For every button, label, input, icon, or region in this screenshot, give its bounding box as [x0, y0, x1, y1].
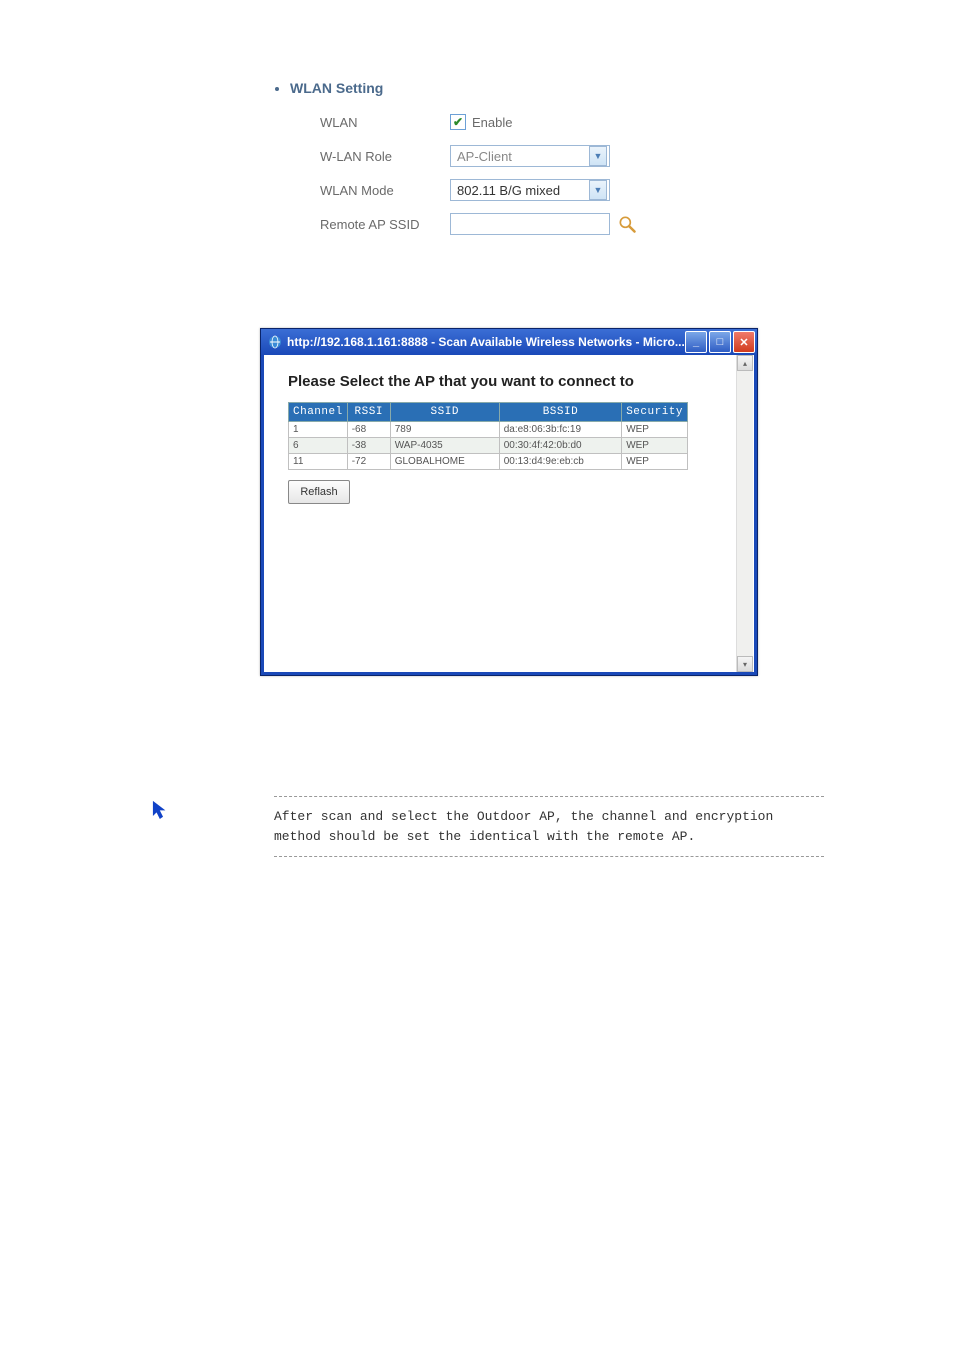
table-row[interactable]: 11 -72 GLOBALHOME 00:13:d4:9e:eb:cb WEP: [289, 454, 688, 470]
reflash-button[interactable]: Reflash: [288, 480, 350, 504]
table-row[interactable]: 6 -38 WAP-4035 00:30:4f:42:0b:d0 WEP: [289, 438, 688, 454]
note-text: After scan and select the Outdoor AP, th…: [274, 796, 824, 857]
wlan-enable-text: Enable: [472, 115, 512, 130]
col-channel: Channel: [289, 403, 348, 422]
col-rssi: RSSI: [347, 403, 390, 422]
wlan-role-value: AP-Client: [457, 149, 512, 164]
close-button[interactable]: ✕: [733, 331, 755, 353]
checkmark-icon: ✔: [450, 114, 466, 130]
popup-title: http://192.168.1.161:8888 - Scan Availab…: [287, 335, 685, 349]
scrollbar[interactable]: ▴ ▾: [736, 355, 753, 672]
scan-results-table: Channel RSSI SSID BSSID Security 1 -68 7…: [288, 402, 688, 470]
scan-button[interactable]: [616, 213, 638, 235]
col-ssid: SSID: [390, 403, 499, 422]
wlan-mode-label: WLAN Mode: [320, 183, 450, 198]
popup-heading: Please Select the AP that you want to co…: [288, 373, 734, 390]
col-bssid: BSSID: [499, 403, 621, 422]
col-security: Security: [622, 403, 688, 422]
wlan-section-title: WLAN Setting: [290, 80, 894, 96]
wlan-mode-value: 802.11 B/G mixed: [457, 183, 560, 198]
ie-icon: [267, 334, 283, 350]
scan-popup-window: http://192.168.1.161:8888 - Scan Availab…: [260, 328, 758, 676]
minimize-button[interactable]: _: [685, 331, 707, 353]
scroll-up-icon[interactable]: ▴: [737, 355, 753, 371]
wlan-mode-select[interactable]: 802.11 B/G mixed ▼: [450, 179, 610, 201]
wlan-label: WLAN: [320, 115, 450, 130]
table-row[interactable]: 1 -68 789 da:e8:06:3b:fc:19 WEP: [289, 422, 688, 438]
chevron-down-icon: ▼: [589, 146, 607, 166]
wlan-role-select[interactable]: AP-Client ▼: [450, 145, 610, 167]
note-cursor-icon: [150, 800, 174, 825]
remote-ap-ssid-label: Remote AP SSID: [320, 217, 450, 232]
maximize-button[interactable]: □: [709, 331, 731, 353]
remote-ap-ssid-input[interactable]: [450, 213, 610, 235]
magnifier-icon: [617, 214, 637, 234]
wlan-enable-checkbox[interactable]: ✔ Enable: [450, 114, 512, 130]
scroll-down-icon[interactable]: ▾: [737, 656, 753, 672]
wlan-role-label: W-LAN Role: [320, 149, 450, 164]
chevron-down-icon: ▼: [589, 180, 607, 200]
